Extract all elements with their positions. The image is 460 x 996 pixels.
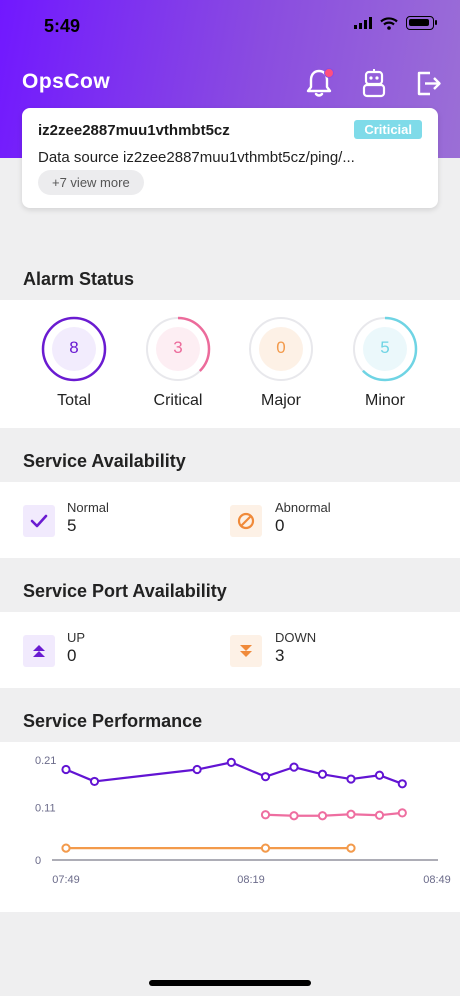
alert-card[interactable]: iz2zee2887muu1vthmbt5cz Criticial Data s…	[22, 108, 438, 208]
data-point	[260, 843, 271, 853]
abnormal-icon-box	[230, 505, 262, 537]
y-tick-label: 0.21	[35, 755, 56, 767]
status-bar: 5:49	[0, 0, 460, 50]
alarm-ring-minor[interactable]: 5	[352, 316, 418, 382]
prohibited-icon	[237, 512, 255, 530]
data-point	[61, 843, 71, 853]
alarm-ring-value: 0	[276, 338, 286, 357]
alarm-ring-value: 3	[173, 338, 183, 357]
abnormal-label: Abnormal	[275, 500, 331, 515]
alarm-status-title: Alarm Status	[23, 269, 135, 289]
data-point	[374, 770, 385, 780]
data-point	[346, 809, 356, 819]
logout-button[interactable]	[416, 68, 444, 98]
notifications-button[interactable]	[306, 68, 334, 98]
performance-title: Service Performance	[23, 711, 203, 731]
data-point	[260, 810, 271, 820]
up-icon-box	[23, 635, 55, 667]
down-label: DOWN	[275, 630, 317, 645]
battery-icon	[406, 16, 437, 30]
data-point	[260, 772, 271, 782]
normal-icon-box	[23, 505, 55, 537]
y-tick-label: 0.11	[35, 803, 56, 815]
data-point	[89, 776, 100, 787]
down-icon-box	[230, 635, 262, 667]
alarm-ring-label: Major	[260, 392, 301, 409]
data-point	[397, 779, 407, 789]
data-point	[289, 762, 299, 772]
up-label: UP	[67, 630, 86, 645]
status-icons	[354, 16, 437, 30]
data-point	[289, 811, 299, 821]
alarm-ring-label: Minor	[364, 392, 405, 409]
data-point	[61, 764, 71, 775]
y-tick-label: 0	[35, 855, 41, 867]
port-availability-title: Service Port Availability	[23, 581, 227, 601]
severity-badge: Criticial	[354, 120, 422, 139]
alarm-ring-label: Total	[57, 392, 91, 409]
alarm-status-panel: 8 Total 3 Critical 0 Major 5 Minor	[0, 300, 460, 428]
logout-icon	[417, 71, 441, 96]
x-tick-label: 07:49	[52, 874, 80, 886]
port-availability-panel: UP 0 DOWN 3	[0, 612, 460, 688]
alarm-ring-value: 8	[69, 338, 79, 357]
double-chevron-up-icon	[33, 645, 45, 657]
app-logo: OpsCow	[22, 70, 111, 93]
home-indicator	[149, 980, 311, 986]
notification-dot	[324, 68, 334, 78]
performance-panel: 0 0.11 0.21 07:49 08:19 08:49	[0, 742, 460, 912]
alarm-ring-major[interactable]: 0	[248, 316, 314, 382]
normal-label: Normal	[67, 500, 109, 515]
data-point	[317, 811, 328, 821]
data-point	[346, 774, 356, 784]
alarm-ring-label: Critical	[153, 392, 203, 409]
cellular-icon	[354, 17, 372, 29]
x-tick-label: 08:19	[237, 874, 265, 886]
data-point	[374, 810, 385, 820]
x-tick-label: 08:49	[423, 874, 451, 886]
service-availability-panel: Normal 5 Abnormal 0	[0, 482, 460, 558]
alarm-ring-critical[interactable]: 3	[145, 316, 211, 382]
performance-chart: 0 0.11 0.21 07:49 08:19 08:49	[35, 755, 451, 886]
data-point	[397, 808, 407, 818]
wifi-icon	[380, 16, 398, 30]
data-point	[192, 764, 202, 775]
robot-icon	[362, 69, 386, 98]
checkmark-icon	[30, 514, 48, 528]
robot-button[interactable]	[361, 68, 389, 98]
data-point	[346, 843, 356, 853]
double-chevron-down-icon	[240, 645, 252, 657]
alert-message: Data source iz2zee2887muu1vthmbt5cz/ping…	[38, 149, 355, 166]
alarm-ring-total[interactable]: 8	[41, 316, 107, 382]
service-availability-title: Service Availability	[23, 451, 186, 471]
alarm-ring-value: 5	[380, 338, 390, 357]
view-more-button[interactable]: +7 view more	[38, 170, 144, 195]
normal-value: 5	[67, 516, 77, 535]
data-point	[317, 769, 328, 779]
down-value: 3	[275, 646, 285, 665]
up-value: 0	[67, 646, 77, 665]
status-time: 5:49	[44, 16, 81, 36]
data-point	[226, 757, 236, 767]
abnormal-value: 0	[275, 516, 285, 535]
